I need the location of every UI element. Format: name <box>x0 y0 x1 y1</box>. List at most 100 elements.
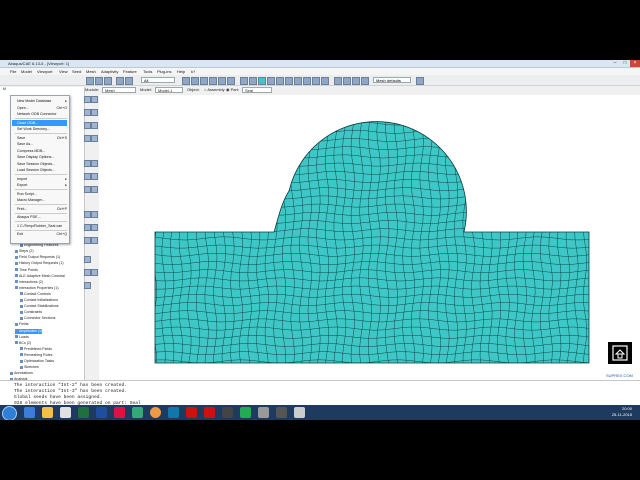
menu-view[interactable]: View <box>59 68 68 75</box>
menu-viewport[interactable]: Viewport <box>37 68 53 75</box>
menu-feature[interactable]: Feature <box>123 68 137 75</box>
explorer-icon[interactable] <box>42 407 53 418</box>
tree-item[interactable]: ALE Adaptive Mesh Constrai <box>15 274 65 279</box>
file-menu-item[interactable]: Export ▸ <box>17 182 67 188</box>
part-radio[interactable]: ◉ Part: <box>226 86 239 94</box>
tree-item[interactable]: Interactions (2) <box>15 280 43 285</box>
select-icon[interactable] <box>116 77 124 85</box>
terminal-icon[interactable] <box>222 407 233 418</box>
tree-item[interactable]: Contact Stabilizations <box>20 304 59 309</box>
tree-item[interactable]: Fields <box>15 322 29 327</box>
file-menu-item[interactable]: Macro Manager... <box>17 197 67 203</box>
file-menu-item[interactable]: Abaqus PDE... <box>17 214 67 220</box>
tree-item[interactable]: Connector Sections <box>20 316 55 321</box>
rotate-icon[interactable] <box>191 77 199 85</box>
file-menu-item[interactable]: Save As... <box>17 141 67 147</box>
render-style-icon[interactable] <box>334 77 342 85</box>
print-icon[interactable] <box>104 77 112 85</box>
close-icon[interactable]: × <box>630 60 640 67</box>
tree-item[interactable]: Interaction Properties (1) <box>15 286 59 291</box>
file-menu-item[interactable]: Set Work Directory... <box>17 126 67 132</box>
minimize-icon[interactable]: – <box>610 60 620 67</box>
layout-icon[interactable] <box>416 77 424 85</box>
pdf-icon[interactable] <box>186 407 197 418</box>
query-icon[interactable] <box>84 186 91 193</box>
edit-mesh-icon[interactable] <box>84 173 91 180</box>
delete-mesh-icon[interactable] <box>91 173 98 180</box>
partition-icon[interactable] <box>91 135 98 142</box>
cycle-views-icon[interactable] <box>227 77 235 85</box>
tree-item[interactable]: BCs (2) <box>15 341 31 346</box>
menu-seed[interactable]: Seed <box>72 68 81 75</box>
menu-tools[interactable]: Tools <box>143 68 152 75</box>
magnify-icon[interactable] <box>200 77 208 85</box>
remesh-icon[interactable] <box>91 237 98 244</box>
view-left-icon[interactable] <box>303 77 311 85</box>
home-button-overlay[interactable] <box>608 342 632 364</box>
part-select[interactable]: Seal <box>242 87 272 93</box>
auto-fit-icon[interactable] <box>218 77 226 85</box>
element-type-icon[interactable] <box>91 122 98 129</box>
file-menu-item[interactable]: Close ODB... <box>12 119 67 126</box>
file-menu-item[interactable]: Exit Ctrl+Q <box>17 231 67 237</box>
assign-stack-icon[interactable] <box>91 224 98 231</box>
tree-item[interactable]: Time Points <box>15 268 38 273</box>
display-group-icon[interactable] <box>352 77 360 85</box>
tree-item[interactable]: Optimization Tasks <box>20 359 54 364</box>
menu-mesh[interactable]: Mesh <box>86 68 96 75</box>
model-select[interactable]: Model-1 <box>155 87 183 93</box>
file-menu-item[interactable]: 1 C:/Temp/Rubber_Seal.cae <box>17 223 67 229</box>
seed-edges-icon[interactable] <box>91 96 98 103</box>
tree-item[interactable]: Remeshing Rules <box>20 353 52 358</box>
file-menu-item[interactable]: Network ODB Connector <box>17 111 67 117</box>
tree-item[interactable]: Amplitudes (1) <box>15 328 43 334</box>
word-icon[interactable] <box>96 407 107 418</box>
pdf-icon[interactable] <box>204 407 215 418</box>
virtual-topology-icon[interactable] <box>91 160 98 167</box>
file-menu-item[interactable]: Compress MDB... <box>17 148 67 154</box>
file-menu-item[interactable]: Import ▸ <box>17 176 67 182</box>
tree-item[interactable]: Loads <box>15 335 29 340</box>
wireframe-icon[interactable] <box>240 77 248 85</box>
tree-item[interactable]: History Output Requests (1) <box>15 261 64 266</box>
tree-item[interactable]: Contact Controls <box>20 292 51 297</box>
ie-icon[interactable] <box>24 407 35 418</box>
menu-context-help[interactable]: k? <box>191 68 195 75</box>
filter-icon[interactable] <box>125 77 133 85</box>
replace-icon[interactable] <box>361 77 369 85</box>
tree-item[interactable]: Field Output Requests (1) <box>15 255 60 260</box>
view-bottom-icon[interactable] <box>294 77 302 85</box>
menu-help[interactable]: Help <box>177 68 185 75</box>
abaqus-icon[interactable] <box>168 407 179 418</box>
view-right-icon[interactable] <box>312 77 320 85</box>
file-menu-item[interactable]: Print... Ctrl+P <box>17 206 67 212</box>
app-icon[interactable] <box>258 407 269 418</box>
file-menu-item[interactable]: Load Session Objects... <box>17 167 67 173</box>
shaded-icon[interactable] <box>258 77 266 85</box>
seed-part-icon[interactable] <box>84 96 91 103</box>
clock[interactable]: 20:00 25-11-2018 <box>612 406 632 418</box>
pan-icon[interactable] <box>182 77 190 85</box>
start-button[interactable] <box>2 406 17 420</box>
datum-axis-icon[interactable] <box>84 269 91 276</box>
set-icon[interactable] <box>84 211 91 218</box>
file-menu-item[interactable]: Save Ctrl+S <box>17 135 67 141</box>
menu-plugins[interactable]: Plug-ins <box>157 68 171 75</box>
transform-icon[interactable] <box>84 224 91 231</box>
view-back-icon[interactable] <box>276 77 284 85</box>
file-menu-item[interactable]: Open... Ctrl+O <box>17 105 67 111</box>
mesh-controls-icon[interactable] <box>84 122 91 129</box>
app-icon[interactable] <box>294 407 305 418</box>
app-icon[interactable] <box>132 407 143 418</box>
view-top-icon[interactable] <box>285 77 293 85</box>
reference-point-icon[interactable] <box>84 282 91 289</box>
app-icon[interactable] <box>276 407 287 418</box>
module-select[interactable]: Mesh <box>102 87 136 93</box>
app-icon[interactable] <box>240 407 251 418</box>
menu-adaptivity[interactable]: Adaptivity <box>101 68 118 75</box>
adaptivity-icon[interactable] <box>84 237 91 244</box>
hidden-lines-icon[interactable] <box>249 77 257 85</box>
tree-item[interactable]: Contact Initializations <box>20 298 58 303</box>
sketch-icon[interactable] <box>91 269 98 276</box>
file-menu-item[interactable]: New Model Database ▸ <box>17 98 67 104</box>
